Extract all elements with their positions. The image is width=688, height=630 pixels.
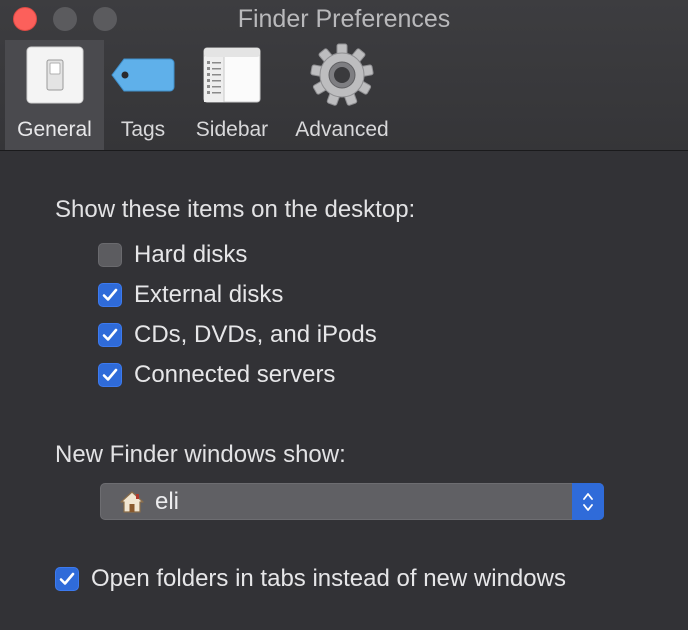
desktop-items-heading: Show these items on the desktop: <box>55 196 416 223</box>
tab-general-label: General <box>17 118 92 141</box>
checkmark-icon <box>102 368 118 381</box>
tab-sidebar[interactable]: Sidebar <box>182 40 282 150</box>
external-disks-checkbox[interactable] <box>98 283 122 307</box>
connected-servers-label: Connected servers <box>134 361 336 388</box>
up-down-chevron-icon <box>583 492 593 511</box>
checkmark-icon <box>102 288 118 301</box>
new-windows-value: eli <box>155 487 180 515</box>
tab-advanced-label: Advanced <box>295 118 389 141</box>
new-windows-heading: New Finder windows show: <box>55 441 346 468</box>
tab-general[interactable]: General <box>5 40 104 150</box>
switch-icon <box>26 46 84 109</box>
open-in-tabs-checkbox[interactable] <box>55 567 79 591</box>
sidebar-window-icon <box>203 47 261 108</box>
new-windows-popup[interactable]: eli <box>100 483 604 520</box>
hard-disks-option[interactable]: Hard disks <box>98 240 247 270</box>
connected-servers-checkbox[interactable] <box>98 363 122 387</box>
tab-tags-label: Tags <box>120 118 166 141</box>
cds-dvds-ipods-option[interactable]: CDs, DVDs, and iPods <box>98 320 377 350</box>
tab-tags[interactable]: Tags <box>104 40 182 150</box>
tab-sidebar-label: Sidebar <box>195 118 269 141</box>
finder-preferences-window: Finder Preferences General Tags Sidebar … <box>0 0 688 630</box>
external-disks-label: External disks <box>134 281 284 308</box>
open-in-tabs-label: Open folders in tabs instead of new wind… <box>91 565 566 592</box>
popup-stepper[interactable] <box>572 483 604 520</box>
hard-disks-checkbox[interactable] <box>98 243 122 267</box>
cds-dvds-ipods-checkbox[interactable] <box>98 323 122 347</box>
connected-servers-option[interactable]: Connected servers <box>98 360 335 390</box>
checkmark-icon <box>59 572 75 585</box>
open-in-tabs-option[interactable]: Open folders in tabs instead of new wind… <box>55 564 566 594</box>
external-disks-option[interactable]: External disks <box>98 280 283 310</box>
home-icon <box>119 490 145 514</box>
gear-icon <box>310 43 374 112</box>
title-bar: Finder Preferences General Tags Sidebar … <box>0 0 688 151</box>
tab-advanced[interactable]: Advanced <box>282 40 402 150</box>
window-title: Finder Preferences <box>237 5 451 33</box>
checkmark-icon <box>102 328 118 341</box>
tag-icon <box>110 55 176 100</box>
hard-disks-label: Hard disks <box>134 241 248 268</box>
cds-dvds-ipods-label: CDs, DVDs, and iPods <box>134 321 377 348</box>
